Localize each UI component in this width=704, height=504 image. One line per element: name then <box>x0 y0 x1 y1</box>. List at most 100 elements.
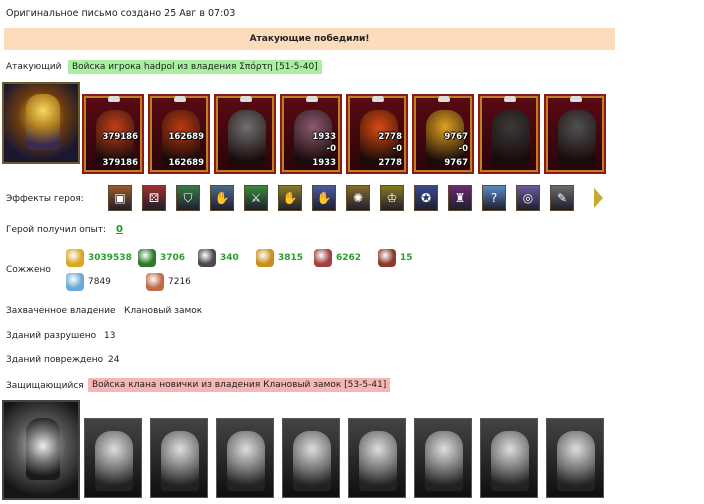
resource-value: 6262 <box>336 253 362 263</box>
unit-count-top: 2778 <box>378 132 402 142</box>
star-seal-icon[interactable]: ✪ <box>414 185 438 211</box>
unit-count-bottom: 379186 <box>102 158 139 168</box>
ring-icon[interactable]: ◎ <box>516 185 540 211</box>
skull-icon <box>570 96 582 102</box>
captured-label: Захваченное владение <box>6 306 116 316</box>
defender-unit-slot[interactable] <box>150 418 208 498</box>
burned-resource: 6262 <box>314 249 361 267</box>
defender-name[interactable]: Войска клана новички из владения Клановы… <box>88 378 391 392</box>
scroll-icon <box>146 273 164 291</box>
defender-unit-slot[interactable] <box>480 418 538 498</box>
skull-icon <box>504 96 516 102</box>
skull-icon <box>438 96 450 102</box>
torch-icon <box>378 249 396 267</box>
resource-value: 7849 <box>88 277 111 287</box>
gear-bag-icon[interactable]: ✺ <box>346 185 370 211</box>
skull-icon <box>108 96 120 102</box>
gold-icon <box>66 249 84 267</box>
burned-resource: 7216 <box>146 273 191 291</box>
attacker-unit-slot[interactable]: 379186 379186 <box>82 94 144 174</box>
attacker-unit-slot[interactable] <box>214 94 276 174</box>
resource-value: 3039538 <box>88 253 132 263</box>
defender-unit-slot[interactable] <box>216 418 274 498</box>
sword-icon[interactable]: ⚔ <box>244 185 268 211</box>
defender-label: Защищающийся <box>6 381 84 391</box>
unit-figure-icon <box>491 431 529 491</box>
destroyed-label: Зданий разрушено <box>6 331 97 341</box>
damaged-value: 24 <box>108 355 120 365</box>
mail-created-text: Оригинальное письмо создано 25 Авг в 07:… <box>6 8 236 19</box>
experience-value-link[interactable]: 0 <box>116 224 123 235</box>
unit-count-top: 1933 <box>312 132 336 142</box>
unit-figure-icon <box>95 431 133 491</box>
ore-icon <box>198 249 216 267</box>
unit-figure-icon <box>425 431 463 491</box>
resource-value: 340 <box>220 253 239 263</box>
burned-resource: 340 <box>198 249 239 267</box>
destroyed-value: 13 <box>104 331 116 341</box>
experience-label: Герой получил опыт: <box>6 225 106 235</box>
burned-resource: 3039538 <box>66 249 132 267</box>
unit-count-bottom: 2778 <box>378 158 402 168</box>
attacker-unit-slot[interactable]: 162689 162689 <box>148 94 210 174</box>
burned-resource: 3706 <box>138 249 185 267</box>
unit-figure-icon <box>161 431 199 491</box>
scroll-right-arrow-icon[interactable] <box>594 188 603 208</box>
defender-hero-portrait[interactable] <box>2 400 80 500</box>
unit-figure-icon <box>557 431 595 491</box>
burned-label: Сожжено <box>6 265 51 275</box>
effects-label: Эффекты героя: <box>6 194 84 204</box>
attacker-unit-slot[interactable]: 9767 -0 9767 <box>412 94 474 174</box>
unit-count-mid: -0 <box>392 144 402 154</box>
shield-icon[interactable]: ⛉ <box>176 185 200 211</box>
burned-resource: 15 <box>378 249 413 267</box>
handshake-shield-icon[interactable]: ✋ <box>210 185 234 211</box>
crystal-icon <box>66 273 84 291</box>
attacker-name[interactable]: Войска игрока hadpol из владения Σπόρτη … <box>68 60 322 74</box>
attacker-unit-slot[interactable]: 2778 -0 2778 <box>346 94 408 174</box>
question-icon[interactable]: ? <box>482 185 506 211</box>
attacker-unit-slot[interactable] <box>478 94 540 174</box>
unit-count-top: 379186 <box>102 132 139 142</box>
unit-figure-icon <box>359 431 397 491</box>
resource-value: 3706 <box>160 253 186 263</box>
defender-unit-slot[interactable] <box>348 418 406 498</box>
dice-icon[interactable]: ⚄ <box>142 185 166 211</box>
armor-icon[interactable]: ♜ <box>448 185 472 211</box>
defender-unit-slot[interactable] <box>546 418 604 498</box>
hand-icon[interactable]: ✋ <box>312 185 336 211</box>
attacker-hero-portrait[interactable] <box>2 82 80 164</box>
defender-unit-slot[interactable] <box>84 418 142 498</box>
attacker-unit-slot[interactable]: 1933 -0 1933 <box>280 94 342 174</box>
burned-resource: 3815 <box>256 249 303 267</box>
crown-helm-icon[interactable]: ♔ <box>380 185 404 211</box>
defender-crest-icon <box>26 418 60 480</box>
unit-figure-icon <box>558 110 596 166</box>
meat-icon <box>314 249 332 267</box>
unit-figure-icon <box>293 431 331 491</box>
unit-count-mid: -0 <box>458 144 468 154</box>
resource-value: 3815 <box>278 253 304 263</box>
unit-count-top: 9767 <box>444 132 468 142</box>
attacker-unit-slot[interactable] <box>544 94 606 174</box>
burned-resource: 7849 <box>66 273 111 291</box>
resource-value: 15 <box>400 253 413 263</box>
battle-result-banner: Атакующие победили! <box>4 28 615 50</box>
damaged-label: Зданий повреждено <box>6 355 104 365</box>
skull-icon <box>174 96 186 102</box>
unit-count-mid: -0 <box>326 144 336 154</box>
unit-count-bottom: 9767 <box>444 158 468 168</box>
hero-figure-icon <box>26 94 60 150</box>
skull-icon <box>372 96 384 102</box>
defender-unit-slot[interactable] <box>282 418 340 498</box>
skull-icon <box>240 96 252 102</box>
defender-unit-slot[interactable] <box>414 418 472 498</box>
chest-icon[interactable]: ▣ <box>108 185 132 211</box>
quill-icon[interactable]: ✎ <box>550 185 574 211</box>
attacker-label: Атакующий <box>6 62 62 72</box>
unit-figure-icon <box>492 110 530 166</box>
wood-icon <box>138 249 156 267</box>
unit-figure-icon <box>228 110 266 166</box>
unit-figure-icon <box>227 431 265 491</box>
handshake-icon[interactable]: ✋ <box>278 185 302 211</box>
